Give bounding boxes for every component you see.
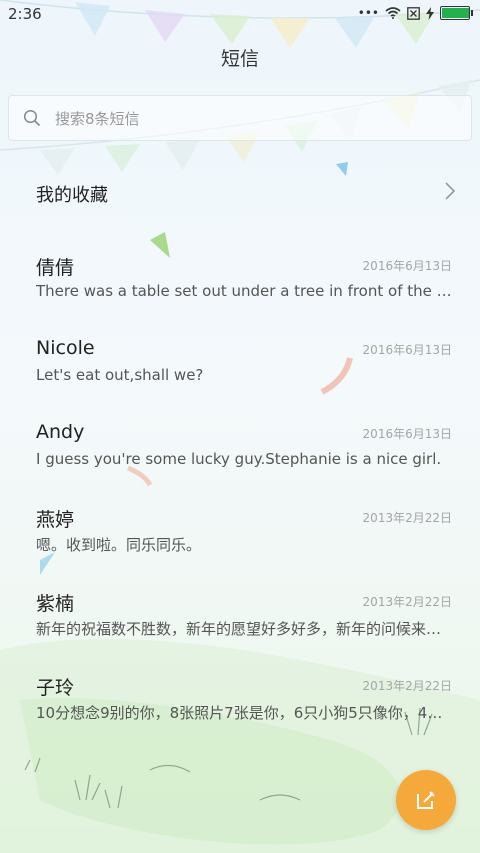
favorites-label: 我的收藏 bbox=[36, 185, 108, 206]
message-sender: Nicole bbox=[36, 337, 95, 359]
charging-icon bbox=[426, 6, 434, 20]
favorites-row[interactable]: 我的收藏 bbox=[0, 165, 480, 219]
message-sender: 紫楠 bbox=[36, 593, 75, 615]
chevron-right-icon bbox=[445, 182, 456, 200]
search-input[interactable] bbox=[53, 96, 457, 142]
message-date: 2016年6月13日 bbox=[362, 343, 452, 357]
compose-icon bbox=[417, 791, 435, 809]
message-sender: 子玲 bbox=[36, 677, 75, 699]
message-date: 2016年6月13日 bbox=[362, 427, 452, 441]
message-preview: 新年的祝福数不胜数，新年的愿望好多好多，新年的问候来自远方 bbox=[36, 620, 454, 638]
message-preview: 10分想念9别的你，8张照片7张是你，6只小狗5只像你，4季如春 bbox=[36, 704, 454, 722]
message-item[interactable]: 燕婷 2013年2月22日 嗯。收到啦。同乐同乐。 bbox=[0, 505, 480, 589]
message-date: 2016年6月13日 bbox=[362, 259, 452, 273]
message-sender: 倩倩 bbox=[36, 257, 75, 279]
status-icons: ••• bbox=[357, 6, 473, 20]
message-preview: 嗯。收到啦。同乐同乐。 bbox=[36, 536, 202, 554]
message-preview: There was a table set out under a tree i… bbox=[36, 282, 454, 300]
compose-button[interactable] bbox=[396, 770, 456, 830]
message-preview: Let's eat out,shall we? bbox=[36, 366, 204, 384]
message-date: 2013年2月22日 bbox=[362, 595, 452, 609]
sim-off-icon bbox=[407, 6, 420, 20]
status-bar: 2:36 ••• bbox=[0, 0, 480, 28]
search-bar[interactable] bbox=[8, 95, 472, 142]
status-time: 2:36 bbox=[8, 5, 42, 23]
message-date: 2013年2月22日 bbox=[362, 679, 452, 693]
message-sender: Andy bbox=[36, 421, 85, 443]
search-icon bbox=[23, 109, 41, 127]
wifi-icon bbox=[385, 7, 401, 19]
message-item[interactable]: Nicole 2016年6月13日 Let's eat out,shall we… bbox=[0, 337, 480, 421]
message-item[interactable]: 紫楠 2013年2月22日 新年的祝福数不胜数，新年的愿望好多好多，新年的问候来… bbox=[0, 589, 480, 673]
more-icon: ••• bbox=[357, 6, 379, 20]
message-item[interactable]: 子玲 2013年2月22日 10分想念9别的你，8张照片7张是你，6只小狗5只像… bbox=[0, 673, 480, 757]
page-title: 短信 bbox=[220, 48, 259, 70]
message-preview: I guess you're some lucky guy.Stephanie … bbox=[36, 450, 442, 468]
battery-icon bbox=[440, 6, 473, 20]
message-item[interactable]: 倩倩 2016年6月13日 There was a table set out … bbox=[0, 253, 480, 337]
message-sender: 燕婷 bbox=[36, 509, 75, 531]
message-item[interactable]: Andy 2016年6月13日 I guess you're some luck… bbox=[0, 421, 480, 505]
message-date: 2013年2月22日 bbox=[362, 511, 452, 525]
